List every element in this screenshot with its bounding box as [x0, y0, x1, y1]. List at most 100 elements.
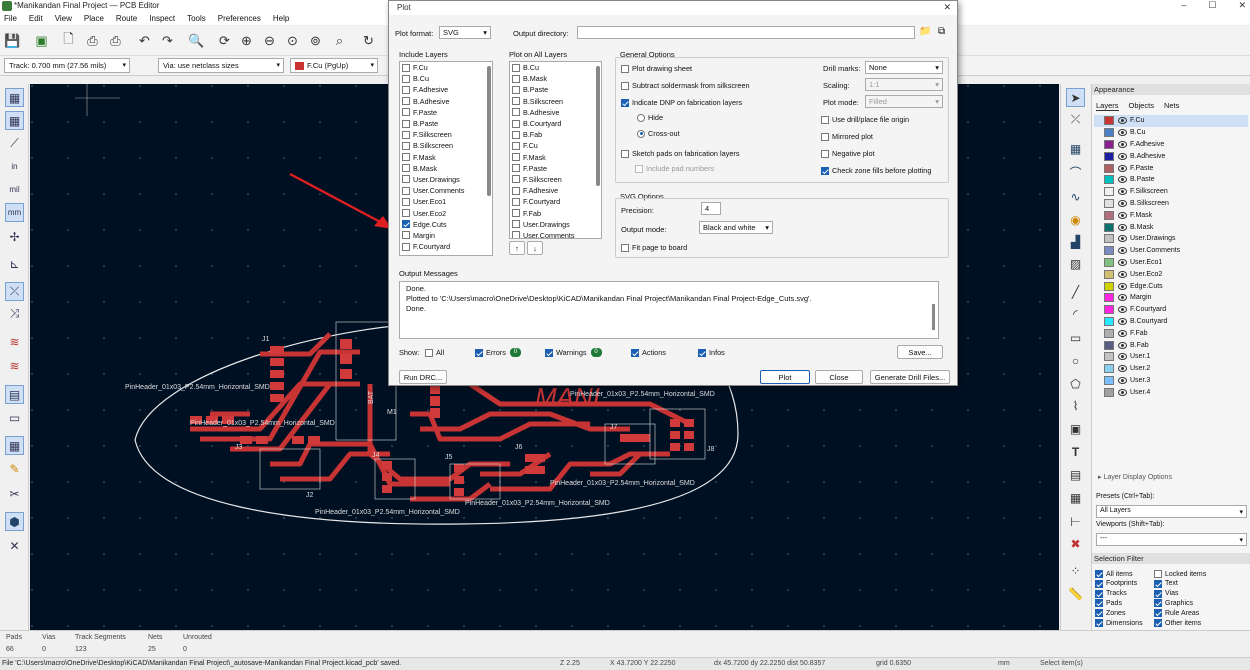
eye-icon[interactable]	[1118, 235, 1127, 243]
layer-row[interactable]: F.Courtyard	[1094, 304, 1248, 316]
filter-checkbox[interactable]: Vias	[1154, 589, 1179, 598]
layer-row[interactable]: User.3	[1094, 375, 1248, 387]
check-zone-checkbox[interactable]: Check zone fills before plotting	[821, 166, 931, 175]
include-layer-item[interactable]: B.Mask	[400, 163, 492, 174]
plot-all-layer-item[interactable]: F.Courtyard	[510, 196, 601, 207]
layer-color-swatch[interactable]	[1104, 281, 1114, 291]
layer-color-swatch[interactable]	[1104, 246, 1114, 256]
menu-tools[interactable]: Tools	[187, 14, 206, 23]
tracks-outline-icon[interactable]: ≋	[5, 332, 24, 351]
add-rule-area-icon[interactable]: ▨	[1066, 254, 1085, 273]
zoom-area-icon[interactable]: ⌕	[331, 32, 348, 49]
eye-icon[interactable]	[1118, 129, 1127, 137]
layer-row[interactable]: B.Mask	[1094, 221, 1248, 233]
layer-row[interactable]: B.Adhesive	[1094, 150, 1248, 162]
include-layer-item[interactable]: B.Adhesive	[400, 96, 492, 107]
layers-manager-icon[interactable]: ▦	[5, 436, 24, 455]
minimize-icon[interactable]: –	[1181, 0, 1186, 12]
zoom-objects-icon[interactable]: ⊚	[307, 32, 324, 49]
layer-display-options[interactable]: ▸ Layer Display Options	[1098, 473, 1172, 481]
draw-rectangle-icon[interactable]: ▭	[1066, 328, 1085, 347]
move-down-button[interactable]: ↓	[527, 241, 543, 255]
crossout-radio[interactable]: Cross-out	[637, 129, 680, 138]
include-layer-item[interactable]: B.Silkscreen	[400, 140, 492, 151]
layer-row[interactable]: User.Comments	[1094, 245, 1248, 257]
include-layer-item[interactable]: User.Eco2	[400, 207, 492, 218]
show-all-checkbox[interactable]: All	[425, 348, 444, 357]
units-mil-icon[interactable]: mil	[5, 180, 24, 199]
layer-row[interactable]: User.2	[1094, 363, 1248, 375]
zoom-fit-icon[interactable]: ⊙	[284, 32, 301, 49]
select-icon[interactable]: ➤	[1066, 88, 1085, 107]
menu-file[interactable]: File	[4, 14, 17, 23]
layer-color-swatch[interactable]	[1104, 163, 1114, 173]
layer-color-swatch[interactable]	[1104, 293, 1114, 303]
menu-inspect[interactable]: Inspect	[149, 14, 175, 23]
units-mm-icon[interactable]: mm	[5, 203, 24, 222]
eye-icon[interactable]	[1118, 317, 1127, 325]
negative-checkbox[interactable]: Negative plot	[821, 149, 875, 158]
folder-icon[interactable]: 📁	[919, 26, 931, 37]
layer-color-swatch[interactable]	[1104, 116, 1114, 126]
layer-color-swatch[interactable]	[1104, 257, 1114, 267]
move-up-button[interactable]: ↑	[509, 241, 525, 255]
layer-color-swatch[interactable]	[1104, 234, 1114, 244]
eye-icon[interactable]	[1118, 164, 1127, 172]
layer-row[interactable]: B.Silkscreen	[1094, 198, 1248, 210]
layer-row[interactable]: User.Eco2	[1094, 268, 1248, 280]
include-pad-numbers-checkbox[interactable]: Include pad numbers	[635, 164, 714, 173]
filter-checkbox[interactable]: Other items	[1154, 619, 1201, 627]
plot-all-layer-item[interactable]: F.Mask	[510, 152, 601, 163]
plot-all-layers-list[interactable]: B.Cu B.Mask B.Paste B.Silkscreen B.Adhesive B…	[509, 61, 602, 239]
save-button[interactable]: Save...	[897, 345, 943, 359]
save-icon[interactable]: 💾	[4, 32, 21, 49]
menu-help[interactable]: Help	[273, 14, 289, 23]
rotate-icon[interactable]: ↻	[360, 32, 377, 49]
plot-all-layer-item[interactable]: B.Adhesive	[510, 107, 601, 118]
layer-row[interactable]: B.Courtyard	[1094, 316, 1248, 328]
viewports-select[interactable]: --- ▾	[1096, 533, 1247, 546]
drill-origin-checkbox[interactable]: Use drill/place file origin	[821, 115, 909, 124]
add-table-icon[interactable]: ▦	[1066, 488, 1085, 507]
fit-page-checkbox[interactable]: Fit page to board	[621, 243, 687, 252]
filter-checkbox[interactable]: Dimensions	[1095, 619, 1143, 627]
show-warnings-checkbox[interactable]: Warnings 0	[545, 348, 602, 357]
refresh-icon[interactable]: ⟳	[216, 32, 233, 49]
route-track-icon[interactable]: ⌒	[1066, 163, 1085, 182]
filter-checkbox[interactable]: Pads	[1095, 599, 1122, 608]
plot-mode-select[interactable]: Filled ▾	[865, 95, 943, 108]
find-icon[interactable]: 🔍	[188, 32, 205, 49]
eye-icon[interactable]	[1118, 247, 1127, 255]
add-via-icon[interactable]: ◉	[1066, 210, 1085, 229]
add-image-icon[interactable]: ▣	[1066, 419, 1085, 438]
include-layer-item[interactable]: B.Cu	[400, 73, 492, 84]
draw-arc-icon[interactable]: ◜	[1066, 304, 1085, 323]
menu-route[interactable]: Route	[116, 14, 137, 23]
zone-display-icon[interactable]: ▭	[5, 408, 24, 427]
layer-color-swatch[interactable]	[1104, 316, 1114, 326]
draw-line-icon[interactable]: ╱	[1066, 282, 1085, 301]
eye-icon[interactable]	[1118, 188, 1127, 196]
dialog-close-icon[interactable]: ✕	[943, 2, 951, 13]
plot-all-layer-item[interactable]: F.Adhesive	[510, 185, 601, 196]
run-drc-button[interactable]: Run DRC...	[399, 370, 447, 384]
layer-color-swatch[interactable]	[1104, 198, 1114, 208]
print-icon[interactable]: ⎙	[84, 32, 101, 49]
filter-checkbox[interactable]: Tracks	[1095, 589, 1127, 598]
layer-row[interactable]: User.Drawings	[1094, 233, 1248, 245]
maximize-icon[interactable]: ☐	[1208, 0, 1216, 12]
properties-icon[interactable]: ✕	[5, 536, 24, 555]
undo-icon[interactable]: ↶	[136, 32, 153, 49]
scrollbar[interactable]	[932, 304, 935, 330]
high-contrast-icon[interactable]: ▤	[5, 385, 24, 404]
measure-icon[interactable]: 📏	[1066, 584, 1085, 603]
show-actions-checkbox[interactable]: Actions	[631, 348, 666, 357]
board-setup-icon[interactable]: ▣	[33, 32, 50, 49]
hide-radio[interactable]: Hide	[637, 113, 663, 122]
plot-all-layer-item[interactable]: B.Paste	[510, 84, 601, 95]
add-dimension-icon[interactable]: ⊢	[1066, 512, 1085, 531]
plot-all-layer-item[interactable]: B.Fab	[510, 129, 601, 140]
scrollbar[interactable]	[487, 66, 491, 196]
filter-checkbox[interactable]: All items	[1095, 570, 1132, 578]
menu-edit[interactable]: Edit	[29, 14, 43, 23]
